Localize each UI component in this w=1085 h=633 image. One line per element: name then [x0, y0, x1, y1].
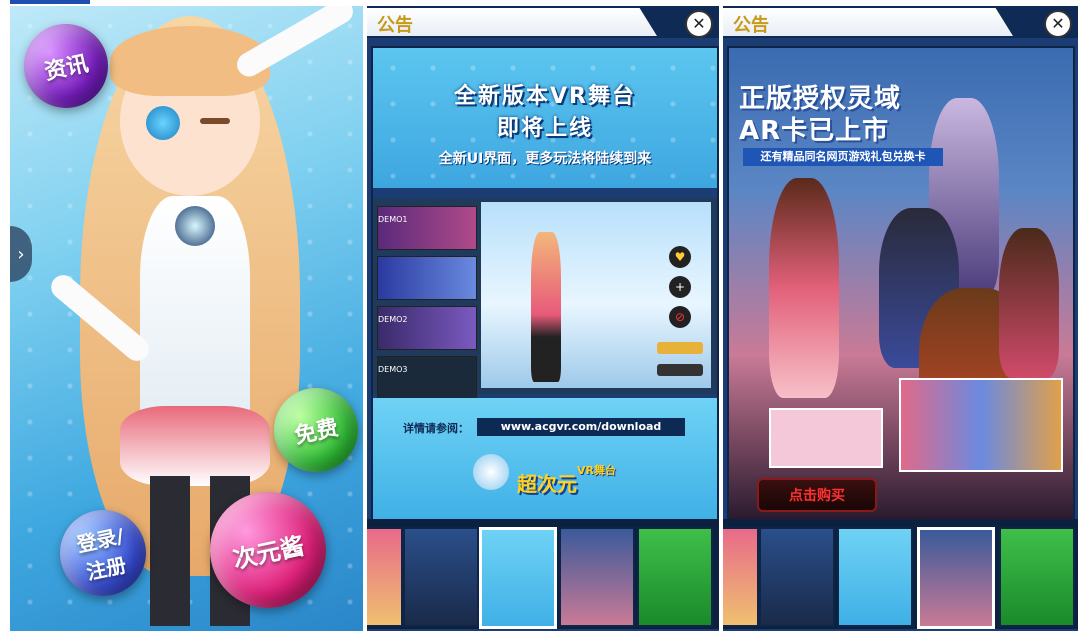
notice-vr-stage: 公告 ✕ 全新版本VR舞台 即将上线 全新UI界面，更多玩法将陆续到来 DEMO… — [367, 6, 719, 631]
notice-thumbnails — [367, 519, 719, 629]
thumbnail[interactable] — [559, 527, 635, 627]
notice-image: 正版授权灵域 AR卡已上市 还有精品同名网页游戏礼包兑换卡 点击购买 — [727, 46, 1075, 522]
download-url[interactable]: www.acgvr.com/download — [477, 418, 685, 436]
download-section: 详情请参阅： www.acgvr.com/download 超次元 VR舞台 — [373, 398, 717, 520]
thumbnail[interactable] — [999, 527, 1075, 627]
thumbnail[interactable] — [723, 527, 759, 627]
vr-stage-scene: ♥ + ⊘ — [481, 202, 711, 388]
ar-headline-2: AR卡已上市 — [739, 116, 890, 146]
thumbnail[interactable] — [759, 527, 835, 627]
song-item — [377, 256, 477, 300]
vr-app-screenshot: DEMO1 DEMO2 DEMO3 ♥ + ⊘ — [373, 198, 717, 400]
app-logo: 超次元 VR舞台 — [477, 460, 637, 506]
ciyuanjiang-label: 次元酱 — [230, 531, 307, 574]
song-list: DEMO1 DEMO2 DEMO3 — [377, 206, 477, 400]
thumbnail-selected[interactable] — [479, 527, 557, 629]
thumbnail[interactable] — [367, 527, 403, 627]
thumbnail[interactable] — [837, 527, 913, 627]
free-label: 免费 — [292, 415, 341, 450]
notice-header: 公告 ✕ — [367, 6, 719, 38]
song-item: DEMO1 — [377, 206, 477, 250]
details-label: 详情请参阅： — [403, 422, 469, 435]
close-icon[interactable]: ✕ — [1044, 10, 1072, 38]
thumbnail[interactable] — [403, 527, 479, 627]
thumbnail[interactable] — [637, 527, 713, 627]
vr-headline-1: 全新版本VR舞台 — [454, 84, 636, 109]
notice-title: 公告 — [733, 15, 769, 36]
song-item: DEMO2 — [377, 306, 477, 350]
vr-subline: 全新UI界面，更多玩法将陆续到来 — [438, 151, 652, 167]
qr-card — [769, 408, 883, 468]
notice-image: 全新版本VR舞台 即将上线 全新UI界面，更多玩法将陆续到来 DEMO1 DEM… — [371, 46, 719, 522]
close-icon[interactable]: ✕ — [685, 10, 713, 38]
thumbnail-selected[interactable] — [917, 527, 995, 629]
news-label: 资讯 — [42, 51, 91, 86]
notice-header: 公告 ✕ — [723, 6, 1078, 38]
buy-button[interactable]: 点击购买 — [757, 478, 877, 512]
ar-card-stack — [899, 378, 1063, 472]
logo-sub-text: VR舞台 — [577, 464, 616, 477]
vr-headline-2: 即将上线 — [496, 116, 593, 141]
notice-thumbnails — [723, 519, 1078, 629]
notice-title: 公告 — [377, 15, 413, 36]
top-strip — [10, 0, 90, 4]
vr-banner: 全新版本VR舞台 即将上线 全新UI界面，更多玩法将陆续到来 — [373, 48, 717, 188]
logo-main-text: 超次元 — [517, 472, 577, 496]
ar-subline: 还有精品同名网页游戏礼包兑换卡 — [743, 148, 943, 166]
song-item: DEMO3 — [377, 356, 477, 400]
home-screen: › 资讯 免费 登录/ 注册 次元酱 — [10, 6, 363, 631]
notice-ar-card: 公告 ✕ 正版授权灵域 AR卡已上市 还有精品同名网页游戏礼包兑换卡 点击购买 — [723, 6, 1078, 631]
